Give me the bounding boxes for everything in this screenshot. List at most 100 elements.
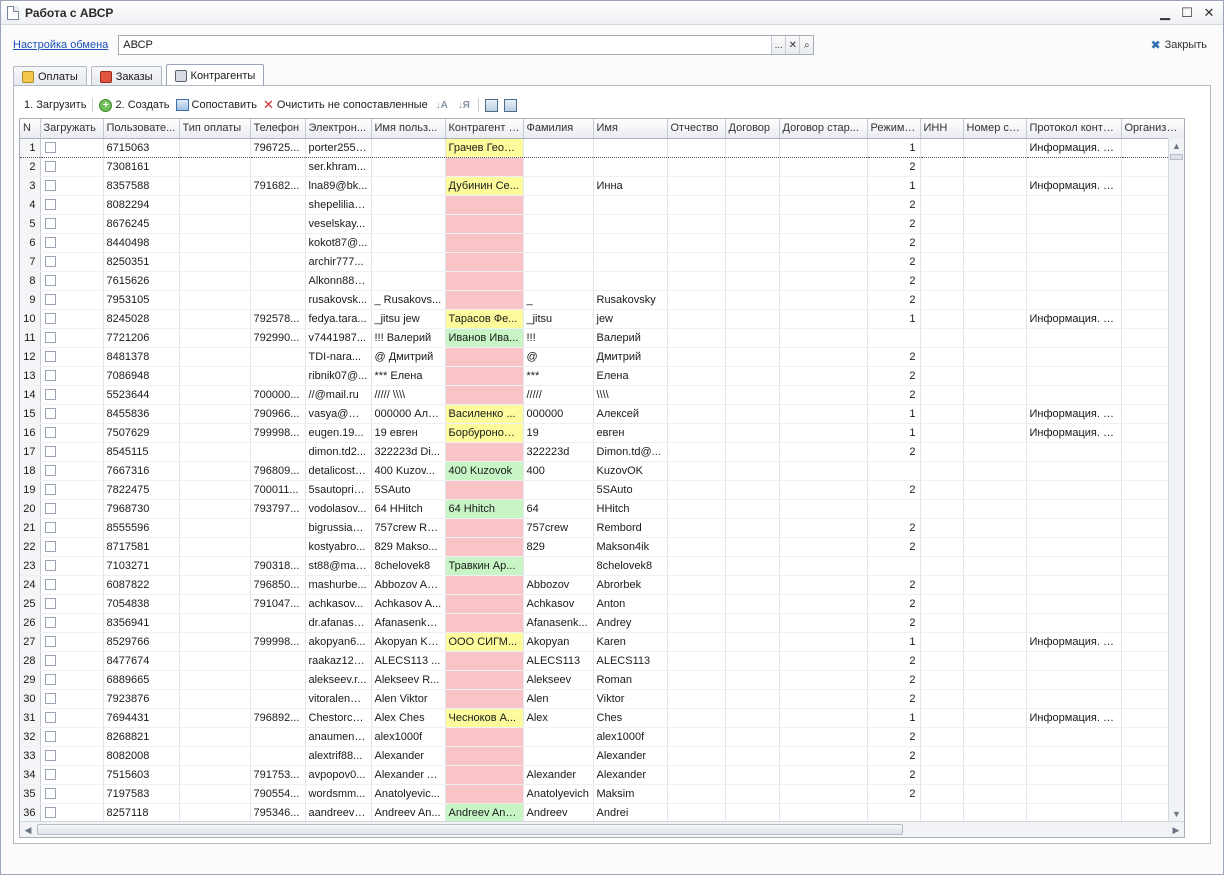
cell-inn[interactable] [920, 537, 964, 557]
cell-email[interactable]: porter2552... [305, 137, 372, 158]
cell-otch[interactable] [667, 461, 726, 481]
cell-kontr[interactable] [445, 271, 524, 291]
cell-dog[interactable] [725, 233, 780, 253]
cell-kontr[interactable] [445, 290, 524, 310]
cell-mode[interactable]: 2 [867, 195, 921, 215]
maximize-button[interactable]: ☐ [1179, 5, 1195, 21]
cell-email[interactable]: avpopov0... [305, 765, 372, 785]
cell-email[interactable]: 5sautopric... [305, 480, 372, 500]
cell-proto[interactable] [1026, 252, 1122, 272]
load-checkbox[interactable] [44, 522, 56, 534]
cell-pay[interactable] [179, 499, 251, 519]
table-row[interactable]: 32 8268821 anaumenk... alex1000f alex1000f 2 [20, 727, 1184, 747]
cell-name[interactable] [593, 271, 668, 291]
cell-acc[interactable] [963, 309, 1027, 329]
cell-acc[interactable] [963, 290, 1027, 310]
cell-acc[interactable] [963, 765, 1027, 785]
cell-name[interactable]: Rembord [593, 518, 668, 538]
cell-mode[interactable]: 2 [867, 746, 921, 766]
cell-phone[interactable]: 792990... [250, 328, 306, 348]
load-checkbox[interactable] [44, 598, 56, 610]
cell-kontr[interactable] [445, 442, 524, 462]
cell-inn[interactable] [920, 499, 964, 519]
column-header[interactable]: Режим ... [867, 119, 921, 139]
cell-inn[interactable] [920, 137, 964, 158]
cell-dog[interactable] [725, 195, 780, 215]
table-row[interactable]: 4 8082294 shepelilia0... 2 [20, 195, 1184, 215]
cell-otch[interactable] [667, 195, 726, 215]
cell-pay[interactable] [179, 461, 251, 481]
cell-phone[interactable]: 796850... [250, 575, 306, 595]
cell-email[interactable]: wordsmm... [305, 784, 372, 804]
cell-phone[interactable] [250, 518, 306, 538]
cell-proto[interactable] [1026, 461, 1122, 481]
cell-proto[interactable] [1026, 784, 1122, 804]
cell-mode[interactable]: 2 [867, 537, 921, 557]
cell-fam[interactable]: !!! [523, 328, 594, 348]
cell-acc[interactable] [963, 347, 1027, 367]
cell-fam[interactable]: _jitsu [523, 309, 594, 329]
cell-otch[interactable] [667, 480, 726, 500]
cell-otch[interactable] [667, 290, 726, 310]
cell-proto[interactable]: Информация. К... [1026, 404, 1122, 424]
cell-dogst[interactable] [779, 784, 868, 804]
cell-kontr[interactable] [445, 727, 524, 747]
cell-inn[interactable] [920, 404, 964, 424]
cell-acc[interactable] [963, 442, 1027, 462]
cell-dog[interactable] [725, 309, 780, 329]
horizontal-scrollbar[interactable]: ◀ ▶ [20, 821, 1184, 837]
table-row[interactable]: 11 7721206 792990... v7441987...!!! Валерий… [20, 328, 1184, 348]
cell-user[interactable]: 8481378 [103, 347, 180, 367]
cell-name[interactable]: Alexander [593, 765, 668, 785]
cell-dog[interactable] [725, 537, 780, 557]
cell-user[interactable]: 7694431 [103, 708, 180, 728]
cell-uname[interactable]: 000000 Але... [371, 404, 446, 424]
cell-dog[interactable] [725, 366, 780, 386]
cell-email[interactable]: fedya.tara... [305, 309, 372, 329]
cell-mode[interactable]: 2 [867, 271, 921, 291]
cell-inn[interactable] [920, 423, 964, 443]
cell-email[interactable]: shepelilia0... [305, 195, 372, 215]
cell-acc[interactable] [963, 670, 1027, 690]
cell-mode[interactable]: 2 [867, 765, 921, 785]
cell-kontr[interactable]: Дубинин Се... [445, 176, 524, 196]
table-row[interactable]: 26 8356941 dr.afanase... Afanasenko... Afana… [20, 613, 1184, 633]
cell-phone[interactable] [250, 271, 306, 291]
cell-phone[interactable]: 790318... [250, 556, 306, 576]
cell-uname[interactable]: _jitsu jew [371, 309, 446, 329]
cell-phone[interactable]: 790966... [250, 404, 306, 424]
cell-email[interactable]: dimon.td2... [305, 442, 372, 462]
cell-dog[interactable] [725, 404, 780, 424]
column-header[interactable]: Организац... [1121, 119, 1184, 139]
cell-acc[interactable] [963, 803, 1027, 823]
cell-user[interactable]: 7721206 [103, 328, 180, 348]
cell-kontr[interactable]: Василенко ... [445, 404, 524, 424]
table-row[interactable]: 22 8717581 kostyabro... 829 Makso... 829 Maks… [20, 537, 1184, 557]
cell-name[interactable]: Anton [593, 594, 668, 614]
cell-fam[interactable]: @ [523, 347, 594, 367]
cell-dog[interactable] [725, 137, 780, 158]
cell-fam[interactable] [523, 195, 594, 215]
cell-acc[interactable] [963, 613, 1027, 633]
cell-kontr[interactable] [445, 594, 524, 614]
cell-name[interactable]: \\\\ [593, 385, 668, 405]
open-search-icon[interactable]: ⌕ [799, 36, 814, 54]
cell-inn[interactable] [920, 727, 964, 747]
cell-uname[interactable] [371, 176, 446, 196]
cell-proto[interactable] [1026, 290, 1122, 310]
cell-dogst[interactable] [779, 746, 868, 766]
cell-acc[interactable] [963, 708, 1027, 728]
cell-proto[interactable] [1026, 233, 1122, 253]
load-checkbox[interactable] [44, 560, 56, 572]
cell-user[interactable]: 6087822 [103, 575, 180, 595]
cell-name[interactable]: Andrey [593, 613, 668, 633]
cell-inn[interactable] [920, 480, 964, 500]
cell-user[interactable]: 7308161 [103, 157, 180, 177]
cell-user[interactable]: 7515603 [103, 765, 180, 785]
table-row[interactable]: 25 7054838 791047... achkasov... Achkasov A.… [20, 594, 1184, 614]
table-row[interactable]: 17 8545115 dimon.td2... 322223d Di... 322223… [20, 442, 1184, 462]
cell-kontr[interactable] [445, 651, 524, 671]
match-button[interactable]: Сопоставить [175, 99, 257, 111]
cell-proto[interactable] [1026, 613, 1122, 633]
cell-kontr[interactable] [445, 252, 524, 272]
